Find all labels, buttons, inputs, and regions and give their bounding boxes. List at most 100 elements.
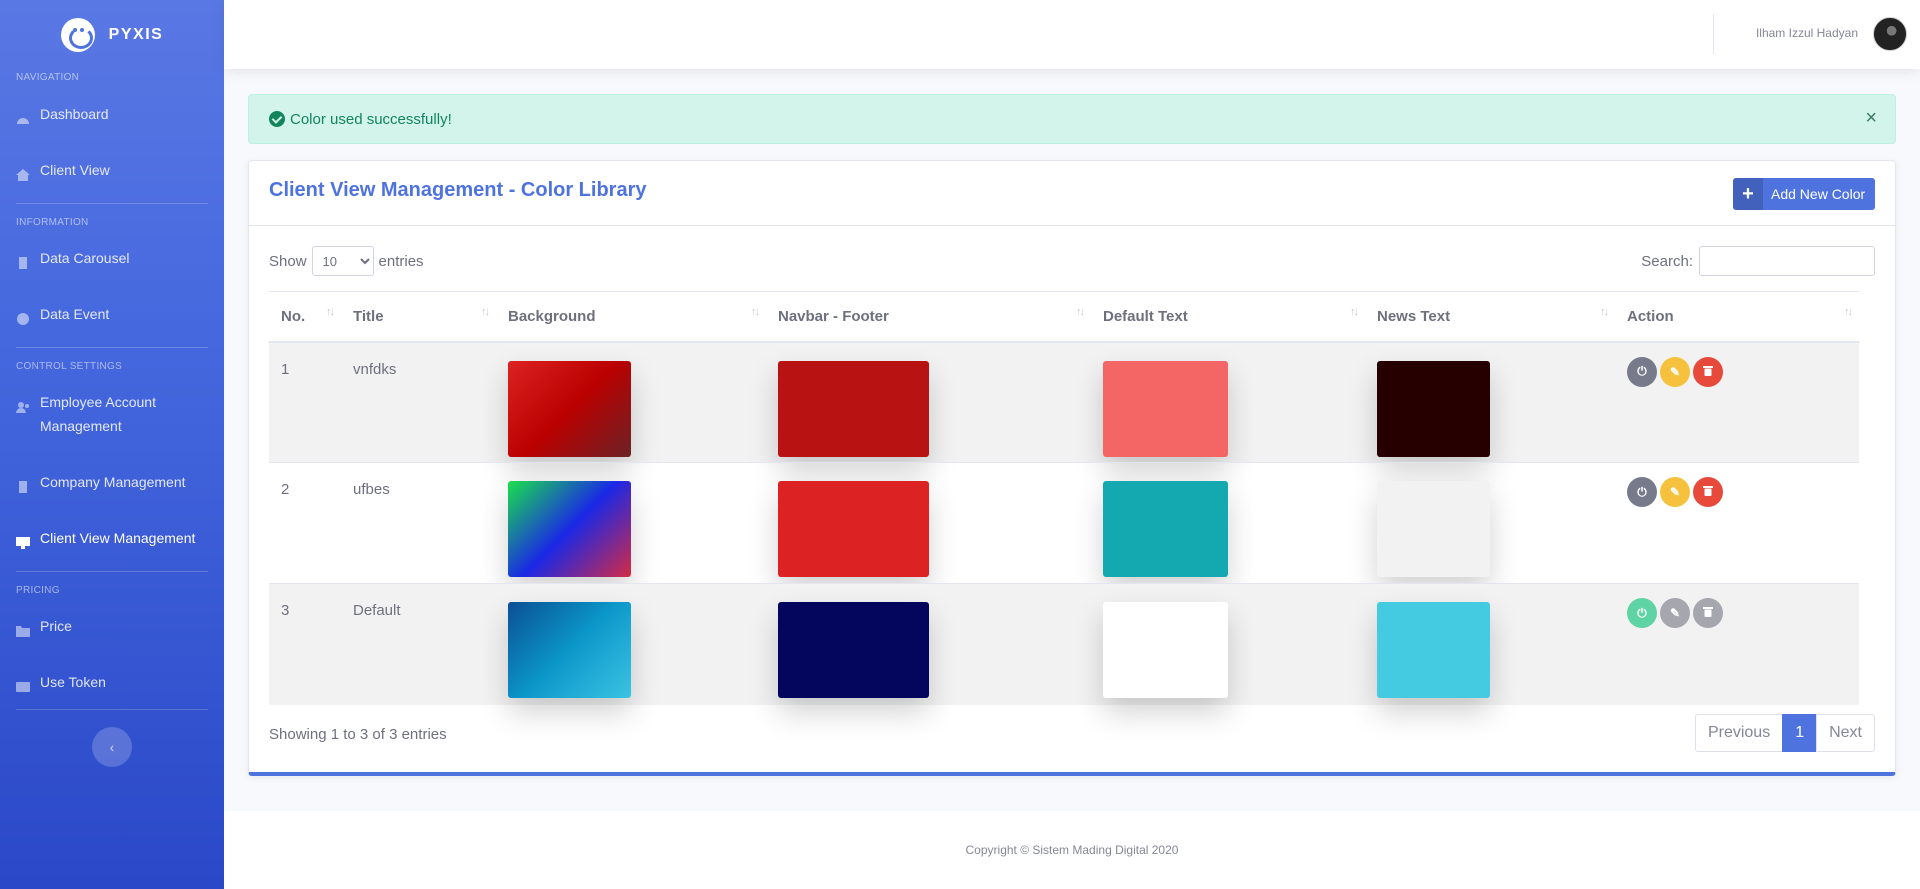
cell-navbar-footer bbox=[766, 462, 1091, 584]
card-icon bbox=[16, 676, 30, 692]
sidebar-item-label: Client View bbox=[40, 162, 110, 178]
info-icon bbox=[16, 308, 30, 325]
navbar-footer-swatch bbox=[778, 481, 929, 577]
sidebar-item-dashboard[interactable]: Dashboard bbox=[0, 102, 125, 126]
search-control: Search: bbox=[1641, 246, 1875, 276]
use-color-button[interactable]: ⏻ bbox=[1627, 477, 1657, 507]
cell-title: ufbes bbox=[341, 462, 496, 584]
add-new-color-button[interactable]: + Add New Color bbox=[1733, 178, 1875, 210]
column-header-default-text[interactable]: Default Text ↑↓ bbox=[1091, 291, 1365, 343]
page-length-select[interactable]: 10 bbox=[311, 246, 374, 276]
news-text-swatch bbox=[1377, 481, 1490, 577]
sidebar-item-data-event[interactable]: Data Event bbox=[0, 302, 125, 326]
edit-icon: ✎ bbox=[1669, 606, 1681, 620]
column-header-title[interactable]: Title ↑↓ bbox=[341, 291, 496, 343]
sidebar-heading-control-settings: CONTROL SETTINGS bbox=[16, 361, 123, 372]
trash-icon bbox=[1703, 485, 1713, 499]
column-header-label: Navbar - Footer bbox=[778, 307, 889, 325]
page-1-button[interactable]: 1 bbox=[1782, 714, 1818, 752]
sort-icon: ↑↓ bbox=[751, 306, 760, 318]
sidebar-item-employee-account-management[interactable]: Employee Account Management bbox=[0, 390, 224, 438]
sidebar-item-data-carousel[interactable]: Data Carousel bbox=[0, 246, 146, 270]
brand-name: PYXIS bbox=[108, 25, 164, 43]
file-icon bbox=[16, 252, 30, 269]
sidebar-item-price[interactable]: Price bbox=[0, 614, 88, 638]
news-text-swatch bbox=[1377, 602, 1490, 698]
column-header-background[interactable]: Background ↑↓ bbox=[496, 291, 766, 343]
sidebar-item-label: Price bbox=[40, 618, 72, 634]
edit-button[interactable]: ✎ bbox=[1660, 598, 1690, 628]
dashboard-icon bbox=[16, 108, 30, 124]
column-header-navbar-footer[interactable]: Navbar - Footer ↑↓ bbox=[766, 291, 1091, 343]
close-icon[interactable]: × bbox=[1865, 108, 1877, 128]
edit-button[interactable]: ✎ bbox=[1660, 356, 1690, 387]
user-name[interactable]: Ilham Izzul Hadyan bbox=[1756, 26, 1858, 40]
cell-background bbox=[496, 462, 766, 584]
cell-no: 1 bbox=[269, 341, 341, 463]
table-info: Showing 1 to 3 of 3 entries bbox=[269, 726, 447, 743]
navbar-footer-swatch bbox=[778, 602, 929, 698]
sidebar-item-use-token[interactable]: Use Token bbox=[0, 670, 122, 694]
column-header-action[interactable]: Action ↑↓ bbox=[1615, 291, 1859, 343]
news-text-swatch bbox=[1377, 360, 1490, 457]
cell-action: ⏻ ✎ bbox=[1615, 583, 1859, 705]
previous-page-button[interactable]: Previous bbox=[1694, 714, 1784, 752]
cell-news-text bbox=[1365, 583, 1615, 705]
next-page-button[interactable]: Next bbox=[1816, 714, 1875, 752]
search-label: Search: bbox=[1641, 252, 1693, 270]
sidebar-item-client-view[interactable]: Client View bbox=[0, 158, 126, 182]
sidebar-item-label: Data Carousel bbox=[40, 250, 130, 266]
chevron-left-icon: ‹ bbox=[109, 739, 115, 755]
sidebar-heading-pricing: PRICING bbox=[16, 585, 60, 596]
sidebar-item-label: Dashboard bbox=[40, 106, 109, 122]
edit-icon: ✎ bbox=[1669, 485, 1681, 499]
cell-default-text bbox=[1091, 462, 1365, 584]
column-header-news-text[interactable]: News Text ↑↓ bbox=[1365, 291, 1615, 343]
card-header: Client View Management - Color Library +… bbox=[249, 161, 1895, 226]
sidebar-divider bbox=[16, 203, 208, 204]
power-icon: ⏻ bbox=[1637, 605, 1647, 620]
cell-action: ⏻ ✎ bbox=[1615, 341, 1859, 463]
search-input[interactable] bbox=[1699, 246, 1875, 276]
success-alert: Color used successfully! × bbox=[248, 94, 1896, 144]
edit-button[interactable]: ✎ bbox=[1660, 477, 1690, 507]
sidebar-item-company-management[interactable]: Company Management bbox=[0, 470, 202, 494]
avatar[interactable] bbox=[1873, 17, 1907, 51]
sort-icon: ↑↓ bbox=[481, 306, 490, 318]
cell-default-text bbox=[1091, 583, 1365, 705]
delete-button[interactable] bbox=[1693, 598, 1723, 628]
topbar: Ilham Izzul Hadyan bbox=[224, 0, 1920, 69]
sort-icon: ↑↓ bbox=[1350, 306, 1359, 318]
cell-no: 3 bbox=[269, 583, 341, 705]
home-icon bbox=[16, 164, 30, 181]
background-swatch bbox=[508, 481, 631, 577]
table-header-row: No. ↑↓ Title ↑↓ Background ↑↓ Navbar - Foot… bbox=[269, 291, 1859, 343]
delete-button[interactable] bbox=[1693, 356, 1723, 387]
column-header-label: Background bbox=[508, 307, 596, 325]
delete-button[interactable] bbox=[1693, 477, 1723, 507]
power-icon: ⏻ bbox=[1637, 484, 1647, 499]
add-new-color-label: Add New Color bbox=[1771, 186, 1866, 202]
default-text-swatch bbox=[1103, 602, 1228, 698]
sidebar-item-client-view-management[interactable]: Client View Management bbox=[0, 526, 211, 550]
sort-icon: ↑↓ bbox=[1076, 306, 1085, 318]
cell-title: vnfdks bbox=[341, 341, 496, 463]
sidebar-item-label: Employee Account Management bbox=[40, 394, 156, 434]
use-color-button[interactable]: ⏻ bbox=[1627, 598, 1657, 628]
cell-navbar-footer bbox=[766, 341, 1091, 463]
background-swatch bbox=[508, 360, 631, 457]
brand-logo-icon bbox=[60, 17, 95, 52]
page-title: Client View Management - Color Library bbox=[269, 179, 647, 201]
sidebar-divider bbox=[16, 347, 208, 348]
column-header-no[interactable]: No. ↑↓ bbox=[269, 291, 341, 343]
users-icon bbox=[16, 396, 30, 413]
sort-icon: ↑↓ bbox=[326, 306, 335, 318]
alert-message: Color used successfully! bbox=[290, 110, 452, 128]
default-text-swatch bbox=[1103, 360, 1228, 457]
sidebar-toggle-button[interactable]: ‹ bbox=[92, 727, 132, 767]
folder-icon bbox=[16, 620, 30, 637]
brand[interactable]: PYXIS bbox=[0, 0, 224, 69]
cell-no: 2 bbox=[269, 462, 341, 584]
column-header-label: News Text bbox=[1377, 307, 1451, 325]
use-color-button[interactable]: ⏻ bbox=[1627, 356, 1657, 387]
